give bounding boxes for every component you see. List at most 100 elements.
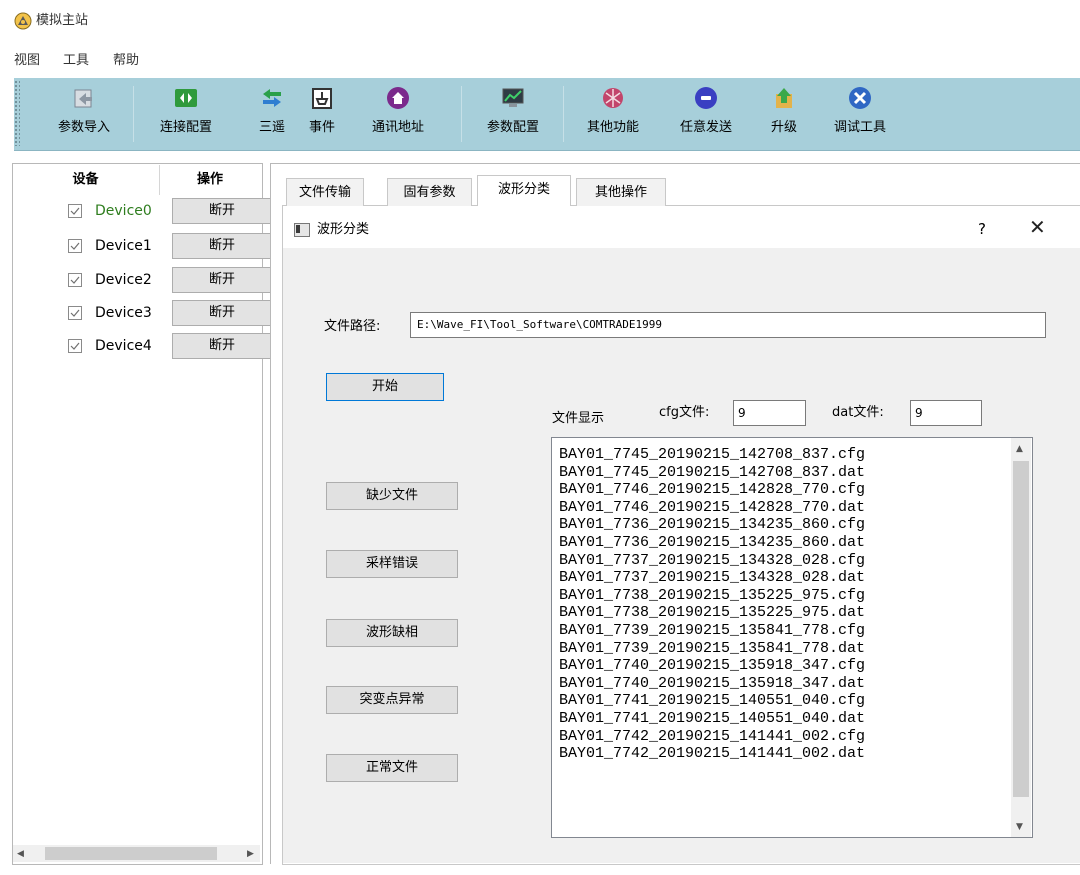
list-item[interactable]: BAY01_7746_20190215_142828_770.cfg — [559, 481, 1032, 499]
file-display-label: 文件显示 — [552, 411, 605, 426]
upgrade-icon — [776, 88, 792, 108]
toolbar-debug-tools-button[interactable]: 调试工具 — [824, 78, 896, 150]
file-path-label: 文件路径: — [324, 319, 381, 334]
missing-files-button[interactable]: 缺少文件 — [326, 482, 458, 510]
list-item[interactable]: BAY01_7746_20190215_142828_770.dat — [559, 499, 1032, 517]
list-item[interactable]: BAY01_7740_20190215_135918_347.dat — [559, 675, 1032, 693]
toolbar-address-button[interactable]: 通讯地址 — [363, 78, 433, 150]
device-name: Device1 — [95, 238, 152, 254]
list-item[interactable]: BAY01_7741_20190215_140551_040.dat — [559, 710, 1032, 728]
list-item[interactable]: BAY01_7736_20190215_134235_860.dat — [559, 534, 1032, 552]
close-icon[interactable]: ✕ — [1029, 216, 1046, 238]
file-list[interactable]: BAY01_7745_20190215_142708_837.cfg BAY01… — [551, 437, 1033, 838]
file-path-input[interactable]: E:\Wave_FI\Tool_Software\COMTRADE1999 — [410, 312, 1046, 338]
window-icon-detail — [296, 225, 300, 233]
list-item[interactable]: BAY01_7736_20190215_134235_860.cfg — [559, 516, 1032, 534]
device-checkbox[interactable] — [68, 273, 82, 287]
sampling-error-button[interactable]: 采样错误 — [326, 550, 458, 578]
menu-help[interactable]: 帮助 — [113, 52, 139, 70]
list-item[interactable]: BAY01_7739_20190215_135841_778.dat — [559, 640, 1032, 658]
list-item[interactable]: BAY01_7745_20190215_142708_837.dat — [559, 464, 1032, 482]
list-item[interactable]: BAY01_7738_20190215_135225_975.dat — [559, 604, 1032, 622]
menu-tools[interactable]: 工具 — [63, 52, 89, 70]
list-item[interactable]: BAY01_7740_20190215_135918_347.cfg — [559, 657, 1032, 675]
device-checkbox[interactable] — [68, 339, 82, 353]
menu-view[interactable]: 视图 — [14, 52, 40, 70]
toolbar-label: 连接配置 — [159, 120, 212, 135]
device-row: Device3 断开 — [13, 298, 272, 328]
device-name: Device0 — [95, 203, 152, 219]
device-row: Device1 断开 — [13, 231, 272, 261]
app-title: 模拟主站 — [36, 13, 89, 28]
toolbar-send-button[interactable]: 任意发送 — [670, 78, 742, 150]
import-icon — [74, 89, 92, 108]
start-button[interactable]: 开始 — [326, 373, 444, 401]
scroll-left-icon[interactable]: ◀ — [17, 849, 24, 859]
device-row: Device4 断开 — [13, 331, 272, 361]
help-icon[interactable]: ? — [978, 219, 986, 239]
disconnect-button[interactable]: 断开 — [172, 267, 272, 293]
toolbar-grip[interactable] — [14, 80, 20, 146]
home-icon — [387, 87, 409, 109]
cfg-count-field[interactable]: 9 — [733, 400, 806, 426]
toolbar-connect-button[interactable]: 连接配置 — [150, 78, 222, 150]
scroll-down-icon[interactable]: ▼ — [1016, 822, 1023, 832]
tab-file-transfer[interactable]: 文件传输 — [286, 178, 364, 206]
action-column-header[interactable]: 操作 — [159, 165, 260, 195]
disconnect-button[interactable]: 断开 — [172, 333, 272, 359]
normal-files-button[interactable]: 正常文件 — [326, 754, 458, 782]
device-checkbox[interactable] — [68, 239, 82, 253]
toolbar-label: 调试工具 — [833, 120, 886, 135]
toolbar-separator — [461, 86, 462, 142]
toolbar-label: 任意发送 — [679, 120, 732, 135]
list-item[interactable]: BAY01_7737_20190215_134328_028.cfg — [559, 552, 1032, 570]
title-bar — [0, 0, 1080, 40]
tab-other-ops[interactable]: 其他操作 — [576, 178, 666, 206]
device-column-header[interactable]: 设备 — [13, 165, 158, 195]
dat-count-field[interactable]: 9 — [910, 400, 982, 426]
toolbar-param-config-button[interactable]: 参数配置 — [474, 78, 552, 150]
list-item[interactable]: BAY01_7739_20190215_135841_778.cfg — [559, 622, 1032, 640]
toolbar-import-button[interactable]: 参数导入 — [48, 78, 120, 150]
horizontal-scroll-thumb[interactable] — [45, 847, 217, 860]
device-row: Device2 断开 — [13, 265, 272, 295]
toolbar-event-button[interactable]: 事件 — [302, 78, 342, 150]
toolbar-label: 升级 — [770, 120, 797, 135]
list-item[interactable]: BAY01_7741_20190215_140551_040.cfg — [559, 692, 1032, 710]
vertical-scroll-thumb[interactable] — [1013, 461, 1029, 797]
event-icon — [312, 88, 332, 109]
device-row: Device0 断开 — [13, 196, 272, 226]
tab-fixed-params[interactable]: 固有参数 — [387, 178, 472, 206]
shield-icon — [603, 88, 623, 108]
toolbar-label: 通讯地址 — [371, 120, 424, 135]
device-checkbox[interactable] — [68, 204, 82, 218]
monitor-config-icon — [502, 88, 524, 107]
tab-waveform-classify[interactable]: 波形分类 — [477, 175, 571, 206]
device-checkbox[interactable] — [68, 306, 82, 320]
list-item[interactable]: BAY01_7738_20190215_135225_975.cfg — [559, 587, 1032, 605]
disconnect-button[interactable]: 断开 — [172, 233, 272, 259]
disconnect-button[interactable]: 断开 — [172, 198, 272, 224]
abrupt-point-error-button[interactable]: 突变点异常 — [326, 686, 458, 714]
scroll-up-icon[interactable]: ▲ — [1016, 444, 1023, 454]
toolbar-label: 参数配置 — [486, 120, 539, 135]
dat-count-label: dat文件: — [832, 405, 884, 420]
scroll-right-icon[interactable]: ▶ — [247, 849, 254, 859]
disconnect-button[interactable]: 断开 — [172, 300, 272, 326]
toolbar-upgrade-button[interactable]: 升级 — [764, 78, 804, 150]
toolbar-other-functions-button[interactable]: 其他功能 — [578, 78, 648, 150]
satellite-dish-icon — [14, 12, 32, 30]
connect-icon — [175, 89, 197, 107]
toolbar-separator — [563, 86, 564, 142]
device-name: Device4 — [95, 338, 152, 354]
list-item[interactable]: BAY01_7742_20190215_141441_002.dat — [559, 745, 1032, 763]
list-item[interactable]: BAY01_7742_20190215_141441_002.cfg — [559, 728, 1032, 746]
device-name: Device2 — [95, 272, 152, 288]
list-item[interactable]: BAY01_7737_20190215_134328_028.dat — [559, 569, 1032, 587]
list-item[interactable]: BAY01_7745_20190215_142708_837.cfg — [559, 446, 1032, 464]
toolbar-label: 三遥 — [258, 120, 285, 135]
tools-icon — [849, 87, 871, 109]
toolbar-label: 其他功能 — [586, 120, 639, 135]
toolbar-telecontrol-button[interactable]: 三遥 — [252, 78, 292, 150]
missing-phase-button[interactable]: 波形缺相 — [326, 619, 458, 647]
